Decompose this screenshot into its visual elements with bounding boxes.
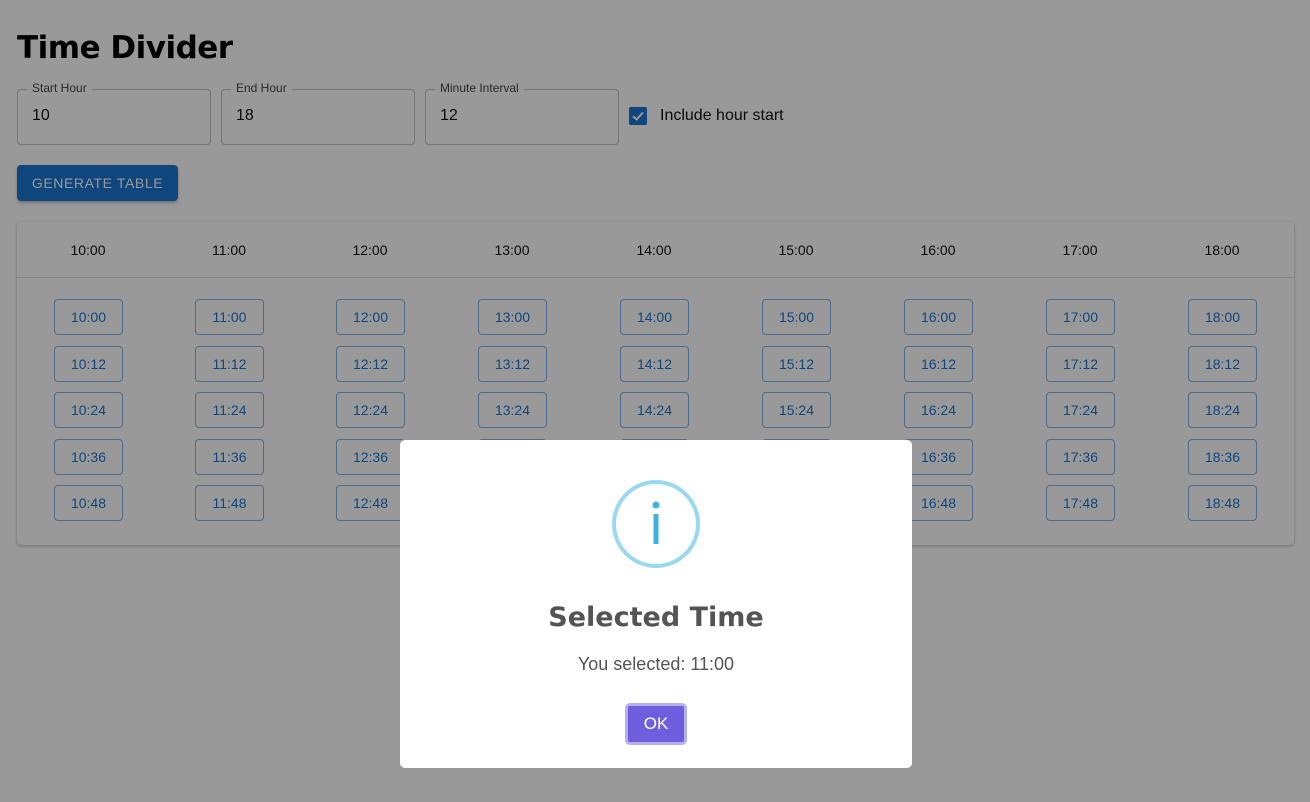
ok-button[interactable]: OK — [625, 703, 687, 745]
dialog-title: Selected Time — [548, 602, 764, 633]
info-icon — [612, 480, 700, 568]
dialog-message: You selected: 11:00 — [577, 654, 735, 674]
selected-time-dialog: Selected Time You selected: 11:00 OK — [400, 440, 912, 768]
